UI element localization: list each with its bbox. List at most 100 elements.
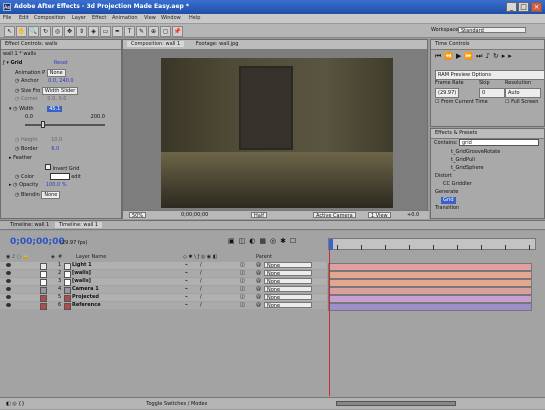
resolution-dropdown-tc[interactable]: Auto: [505, 88, 541, 98]
prev-frame-icon[interactable]: ⏪: [444, 52, 456, 60]
quality-switch-icon[interactable]: /: [200, 278, 202, 285]
timeline-timecode[interactable]: 0;00;00;00: [10, 237, 65, 247]
track-z-camera-icon[interactable]: ⇕: [76, 26, 87, 37]
quality-switch-icon[interactable]: /: [200, 270, 202, 277]
parent-dropdown[interactable]: None: [264, 286, 312, 293]
3d-layer-switch-icon[interactable]: ◫: [240, 286, 245, 293]
menu-view[interactable]: View: [144, 15, 156, 21]
zoom-tool-icon[interactable]: 🔍: [28, 26, 39, 37]
width-value[interactable]: 45.1: [47, 106, 63, 112]
visibility-eye-icon[interactable]: [6, 287, 11, 291]
menu-help[interactable]: Help: [189, 15, 200, 21]
quality-switch-icon[interactable]: /: [200, 294, 202, 301]
parent-dropdown[interactable]: None: [264, 270, 312, 277]
label-color-swatch[interactable]: [40, 303, 47, 310]
pickwhip-icon[interactable]: @: [256, 294, 261, 301]
layer-name[interactable]: [walls]: [72, 278, 91, 285]
layer-row[interactable]: 6 Reference ⌁ / ◫ @ None: [0, 302, 327, 310]
from-current-time-option[interactable]: ☐ From Current Time: [435, 98, 488, 106]
frame-rate-dropdown[interactable]: (29.97): [435, 88, 460, 98]
motion-blur-icon[interactable]: ◎: [270, 237, 280, 245]
layer-duration-bar[interactable]: [328, 303, 532, 311]
brush-tool-icon[interactable]: ✎: [136, 26, 147, 37]
camera-dropdown[interactable]: Active Camera: [313, 212, 356, 219]
orbit-camera-icon[interactable]: ◎: [52, 26, 63, 37]
3d-layer-switch-icon[interactable]: ◫: [240, 270, 245, 277]
draft-3d-icon[interactable]: ◫: [239, 237, 250, 245]
effects-list-item[interactable]: Grid: [441, 197, 456, 204]
border-value[interactable]: 6.0: [51, 146, 59, 152]
pickwhip-icon[interactable]: @: [256, 262, 261, 269]
effects-list-item[interactable]: t_GridSphere: [449, 165, 486, 172]
rotate-tool-icon[interactable]: ↻: [40, 26, 51, 37]
effects-search-input[interactable]: grid: [459, 139, 539, 146]
audio-icon[interactable]: ♪: [485, 52, 492, 60]
label-color-swatch[interactable]: [40, 279, 47, 286]
blending-dropdown[interactable]: None: [41, 191, 61, 199]
track-xy-camera-icon[interactable]: ✥: [64, 26, 75, 37]
ram-preview-icon[interactable]: ▸▸: [502, 52, 515, 60]
graph-editor-icon[interactable]: ☐: [290, 237, 300, 245]
shy-switch-icon[interactable]: ⌁: [185, 278, 188, 285]
pen-tool-icon[interactable]: ✒: [112, 26, 123, 37]
pickwhip-icon[interactable]: @: [256, 302, 261, 309]
quality-switch-icon[interactable]: /: [200, 262, 202, 269]
effects-list-item[interactable]: t_GridPull: [449, 157, 477, 164]
shy-layers-icon[interactable]: ◐: [249, 237, 259, 245]
3d-layer-switch-icon[interactable]: ◫: [240, 302, 245, 309]
layer-duration-bar[interactable]: [328, 279, 532, 287]
width-slider-thumb[interactable]: [40, 121, 45, 128]
selection-tool-icon[interactable]: ↖: [4, 26, 15, 37]
comp-timecode[interactable]: 0;00;00;00: [181, 211, 208, 220]
layer-name[interactable]: Light 1: [72, 262, 92, 269]
shy-switch-icon[interactable]: ⌁: [185, 270, 188, 277]
layer-name[interactable]: Reference: [72, 302, 101, 309]
layer-duration-bar[interactable]: [328, 263, 532, 271]
effects-presets-tab[interactable]: Effects & Presets: [431, 129, 544, 139]
parent-dropdown[interactable]: None: [264, 294, 312, 301]
eraser-icon[interactable]: ◻: [160, 26, 171, 37]
layer-row[interactable]: 3 [walls] ⌁ / ◫ @ None: [0, 278, 327, 286]
current-time-indicator[interactable]: [329, 239, 333, 250]
next-frame-icon[interactable]: ⏩: [464, 52, 476, 60]
menu-edit[interactable]: Edit: [19, 15, 29, 21]
comp-mini-flowchart-icon[interactable]: ▣: [228, 237, 239, 245]
label-color-swatch[interactable]: [40, 287, 47, 294]
layer-name-column-header[interactable]: Layer Name: [76, 253, 106, 261]
layer-name[interactable]: [walls]: [72, 270, 91, 277]
resolution-dropdown[interactable]: Half: [251, 212, 267, 219]
effects-list-item[interactable]: CC Griddler: [441, 181, 474, 188]
pan-behind-icon[interactable]: ◈: [88, 26, 99, 37]
hand-tool-icon[interactable]: ✋: [16, 26, 27, 37]
label-color-swatch[interactable]: [40, 295, 47, 302]
layer-name[interactable]: Projected: [72, 294, 99, 301]
loop-icon[interactable]: ↻: [493, 52, 502, 60]
views-dropdown[interactable]: 1 View: [368, 212, 391, 219]
menu-composition[interactable]: Composition: [34, 15, 65, 21]
rectangle-mask-icon[interactable]: ▭: [100, 26, 111, 37]
visibility-eye-icon[interactable]: [6, 271, 11, 275]
color-swatch[interactable]: [49, 173, 70, 180]
toggle-switches-modes[interactable]: Toggle Switches / Modes: [146, 401, 207, 407]
shy-switch-icon[interactable]: ⌁: [185, 302, 188, 309]
layer-row[interactable]: 4 Camera 1 ⌁ / ◫ @ None: [0, 286, 327, 294]
effects-list-item[interactable]: Generate: [433, 189, 460, 196]
width-slider[interactable]: 0.0 200.0: [25, 114, 105, 121]
puppet-pin-icon[interactable]: 📌: [172, 26, 183, 37]
reset-link[interactable]: Reset: [54, 60, 68, 66]
effect-grid-row[interactable]: ƒ ▾ Grid Reset: [3, 60, 68, 67]
timeline-tab-1[interactable]: Timeline: wall 1: [6, 222, 53, 228]
pickwhip-icon[interactable]: @: [256, 286, 261, 293]
layer-row[interactable]: 1 Light 1 ⌁ / ◫ @ None: [0, 262, 327, 270]
first-frame-icon[interactable]: ⏮: [435, 52, 444, 60]
quality-switch-icon[interactable]: /: [200, 302, 202, 309]
brainstorm-icon[interactable]: ✱: [280, 237, 290, 245]
feather-row[interactable]: ▸ Feather: [9, 155, 32, 162]
parent-dropdown[interactable]: None: [264, 278, 312, 285]
size-from-dropdown[interactable]: Width Slider: [41, 87, 79, 95]
timeline-zoom-slider[interactable]: [336, 401, 456, 406]
shy-switch-icon[interactable]: ⌁: [185, 286, 188, 293]
maximize-button[interactable]: □: [518, 2, 529, 12]
workspace-dropdown[interactable]: Standard: [458, 27, 526, 34]
type-tool-icon[interactable]: T: [124, 26, 135, 37]
